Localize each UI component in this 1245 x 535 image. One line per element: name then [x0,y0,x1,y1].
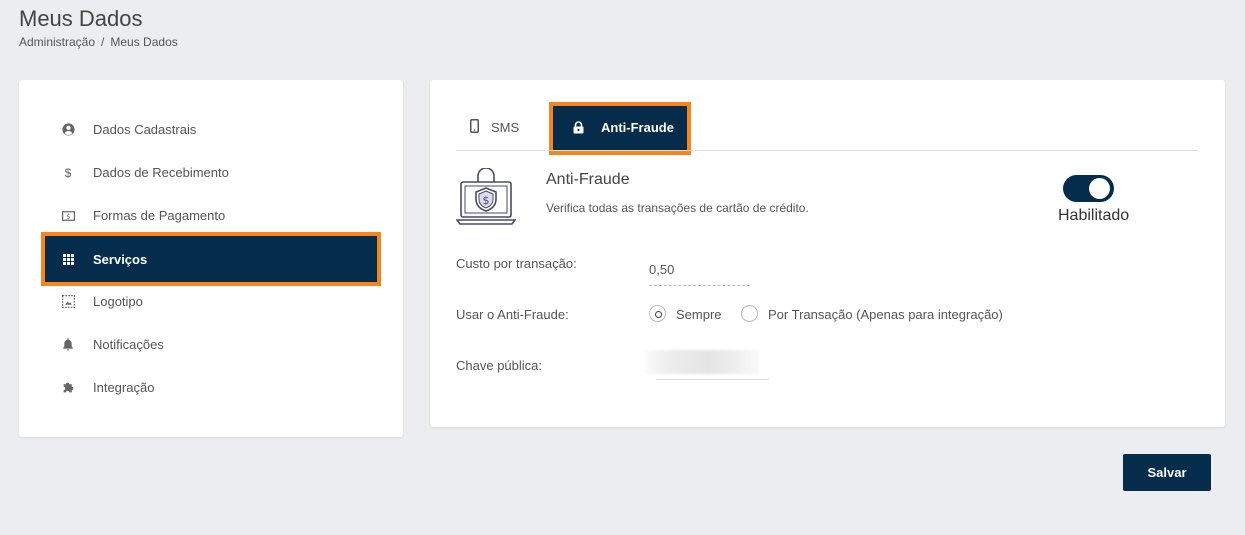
sidebar-item-label: Formas de Pagamento [93,208,226,223]
radio-por-transacao-label[interactable]: Por Transação (Apenas para integração) [768,307,1003,322]
grid-icon [61,252,75,266]
sidebar-item-label: Integração [93,380,155,395]
laptop-shield-icon: $ [455,167,517,228]
breadcrumb: Administração / Meus Dados [19,35,178,49]
lock-icon [573,121,584,137]
tab-anti-fraude[interactable]: Anti-Fraude [549,102,691,155]
tab-sms[interactable]: SMS [470,112,519,142]
money-bill-icon: $ [61,209,75,223]
dollar-icon: $ [64,165,72,180]
breadcrumb-separator: / [101,35,105,49]
sidebar-item-label: Dados Cadastrais [93,122,197,137]
sidebar-item-servicos[interactable]: Serviços [41,232,381,286]
radio-sempre[interactable] [649,305,666,322]
sidebar-card: Dados Cadastrais $ Dados de Recebimento … [19,80,403,437]
service-title: Anti-Fraude [546,171,630,188]
cost-label: Custo por transação: [456,256,577,271]
sidebar-item-label: Logotipo [93,294,143,309]
toggle-status-label: Habilitado [1058,207,1130,224]
breadcrumb-item-administracao[interactable]: Administração [19,35,95,49]
save-button[interactable]: Salvar [1123,454,1211,491]
public-key-label: Chave pública: [456,358,542,373]
svg-text:$: $ [66,212,70,220]
tab-label: Anti-Fraude [601,120,674,135]
tab-label: SMS [491,119,520,135]
svg-text:$: $ [483,194,490,207]
sidebar-item-label: Serviços [93,251,148,267]
cost-value: 0,50 [649,262,675,277]
sidebar-item-integracao[interactable]: Integração [19,366,403,409]
image-icon [61,295,75,309]
tabs-divider [456,150,1198,151]
sidebar-item-dados-recebimento[interactable]: $ Dados de Recebimento [19,151,403,194]
usage-label: Usar o Anti-Fraude: [456,307,569,322]
anti-fraude-toggle[interactable] [1063,175,1114,202]
cost-underline [649,285,750,286]
service-description: Verifica todas as transações de cartão d… [546,201,809,215]
toggle-knob [1089,178,1110,199]
bell-icon [61,338,75,352]
service-card: SMS Anti-Fraude $ Anti-Fraude Verifica t… [430,80,1225,427]
sidebar-item-notificacoes[interactable]: Notificações [19,323,403,366]
sidebar-item-dados-cadastrais[interactable]: Dados Cadastrais [19,108,403,151]
sidebar-item-formas-pagamento[interactable]: $ Formas de Pagamento [19,194,403,237]
public-key-input[interactable] [656,350,769,380]
page-title: Meus Dados [19,6,143,31]
sidebar-item-label: Notificações [93,337,164,352]
puzzle-icon [61,381,75,395]
mobile-phone-icon [470,118,479,136]
user-circle-icon [61,123,75,137]
breadcrumb-item-meus-dados: Meus Dados [110,35,178,49]
radio-por-transacao[interactable] [741,305,758,322]
sidebar-item-logotipo[interactable]: Logotipo [19,280,403,323]
sidebar-item-label: Dados de Recebimento [93,165,229,180]
radio-sempre-label[interactable]: Sempre [676,307,722,322]
